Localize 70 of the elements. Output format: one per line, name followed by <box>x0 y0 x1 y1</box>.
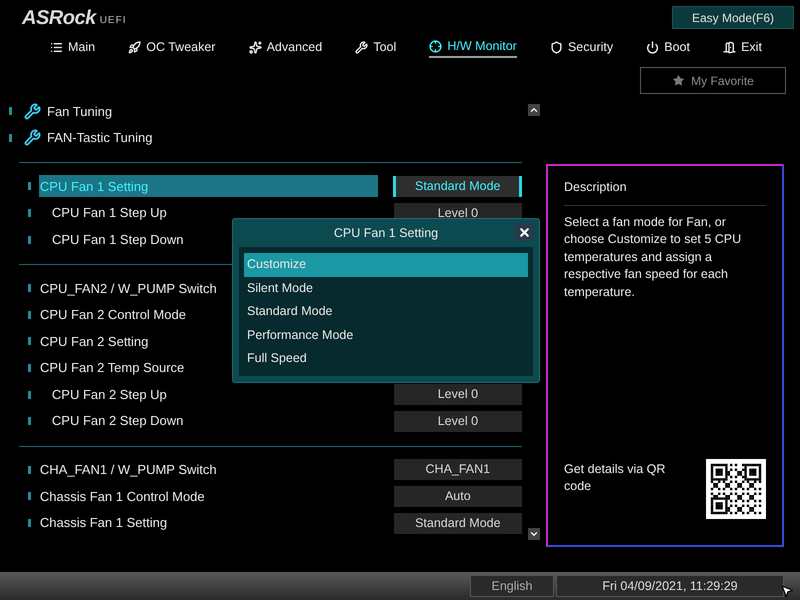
setting-value-button[interactable]: Standard Mode <box>393 176 522 197</box>
mouse-pointer-icon <box>780 584 794 598</box>
close-button[interactable] <box>515 223 533 241</box>
nav-tab[interactable]: Boot <box>646 36 690 58</box>
row-bullet-icon <box>28 390 31 399</box>
dialog-option[interactable]: Standard Mode <box>244 300 528 324</box>
language-button[interactable]: English <box>470 575 554 597</box>
power-icon <box>646 40 660 54</box>
row-bullet-icon <box>28 209 31 218</box>
setting-value-button[interactable]: Standard Mode <box>394 512 522 534</box>
row-bullet-icon <box>28 182 31 190</box>
dialog-title: CPU Fan 1 Setting <box>334 224 438 242</box>
row-bullet-icon <box>28 337 31 346</box>
date-time: Fri 04/09/2021, 11:29:29 <box>556 575 784 597</box>
caret-down-icon <box>529 529 539 539</box>
setting-row[interactable]: CPU Fan 2 Step Up <box>38 384 379 406</box>
logo-suffix: UEFI <box>100 14 126 28</box>
setting-row[interactable]: CPU Fan 1 Step Up <box>38 202 379 224</box>
dialog-option[interactable]: Silent Mode <box>244 276 528 300</box>
rocket-icon <box>128 40 142 54</box>
qr-caption: Get details via QR code <box>564 461 666 495</box>
row-bullet-icon <box>28 310 31 319</box>
dialog-option[interactable]: Performance Mode <box>244 324 528 347</box>
row-bullet-icon <box>28 519 31 528</box>
favorite-button[interactable]: My Favorite <box>640 67 786 94</box>
list-icon <box>50 40 63 54</box>
row-bullet-icon <box>9 107 12 116</box>
door-icon <box>723 40 736 54</box>
setting-row[interactable]: Chassis Fan 1 Setting <box>38 512 379 534</box>
tool-link[interactable]: FAN-Tastic Tuning <box>47 128 152 148</box>
close-icon <box>518 226 530 238</box>
star-icon <box>672 74 686 87</box>
row-bullet-icon <box>28 284 31 292</box>
setting-row[interactable]: CPU Fan 1 Setting <box>38 175 378 198</box>
setting-value-button[interactable]: Level 0 <box>394 384 522 406</box>
description-title: Description <box>564 166 766 206</box>
easy-mode-button[interactable]: Easy Mode(F6) <box>672 6 794 29</box>
wrench-icon <box>24 129 41 146</box>
scroll-down-button[interactable] <box>528 528 540 540</box>
caret-up-icon <box>529 105 539 115</box>
shield-icon <box>550 40 563 54</box>
tool-link[interactable]: Fan Tuning <box>47 102 112 122</box>
nav-tab[interactable]: Tool <box>355 36 396 58</box>
setting-value-button[interactable]: Auto <box>394 486 522 507</box>
row-bullet-icon <box>9 134 12 142</box>
wrench-icon <box>355 40 368 54</box>
setting-row[interactable]: CHA_FAN1 / W_PUMP Switch <box>38 458 379 481</box>
setting-row[interactable]: CPU Fan 2 Step Down <box>38 410 379 432</box>
logo: ASRock <box>22 8 96 28</box>
scroll-up-button[interactable] <box>528 104 540 116</box>
crosshair-icon <box>429 40 442 52</box>
row-bullet-icon <box>28 492 31 500</box>
nav-tab[interactable]: Exit <box>723 36 762 58</box>
wrench-icon <box>24 102 41 120</box>
dialog-option[interactable]: Full Speed <box>244 347 528 370</box>
nav-tab[interactable]: Security <box>550 36 614 58</box>
setting-row[interactable]: Chassis Fan 1 Control Mode <box>38 485 379 508</box>
setting-value-button[interactable]: CHA_FAN1 <box>394 459 522 480</box>
nav-tab[interactable]: Main <box>50 36 96 58</box>
setting-value-button[interactable]: Level 0 <box>394 410 522 432</box>
row-bullet-icon <box>28 466 31 474</box>
qr-code <box>706 459 766 519</box>
row-bullet-icon <box>28 236 31 244</box>
nav-tab[interactable]: Advanced <box>248 36 322 58</box>
sparkle-icon <box>248 40 262 54</box>
description-text: Select a fan mode for Fan, or choose Customize to set 5 CPU temperatures and assign a respective fan speed for each temperature. <box>564 214 742 301</box>
nav-tab[interactable]: H/W Monitor <box>429 36 517 58</box>
nav-tab[interactable]: OC Tweaker <box>128 36 216 58</box>
row-bullet-icon <box>28 364 31 372</box>
row-bullet-icon <box>28 417 31 426</box>
